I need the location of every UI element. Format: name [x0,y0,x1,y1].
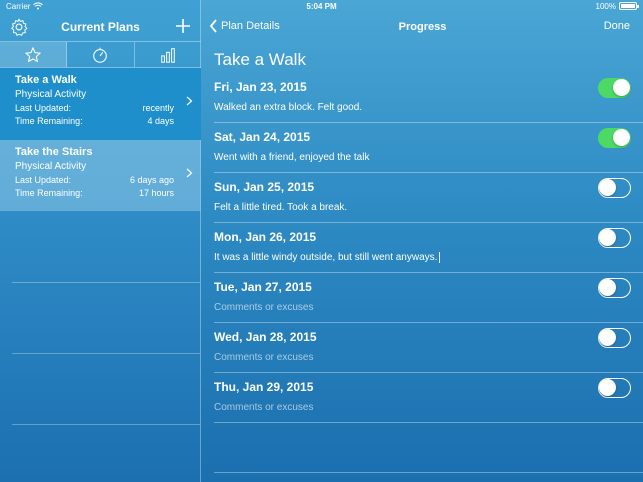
plan-category: Physical Activity [15,161,87,172]
progress-entry: Thu, Jan 29, 2015 Comments or excuses [214,372,643,422]
plan-title: Take a Walk [15,74,77,86]
progress-entry: Sat, Jan 24, 2015 Went with a friend, en… [214,122,643,172]
last-updated-value: recently [142,103,174,113]
time-remaining-label: Time Remaining: [15,116,83,126]
timer-icon [93,47,108,63]
list-divider [12,282,200,283]
toggle-knob [599,179,616,196]
row-divider [214,422,643,423]
entry-date: Wed, Jan 28, 2015 [214,330,317,344]
completion-toggle[interactable] [598,178,631,198]
sidebar-nav-bar: Current Plans [0,12,201,41]
plan-item[interactable]: Take a Walk Physical Activity Last Updat… [0,68,201,140]
toggle-knob [613,129,630,146]
time-remaining-value: 17 hours [138,188,174,198]
row-divider [214,472,643,473]
progress-entry: Sun, Jan 25, 2015 Felt a little tired. T… [214,172,643,222]
plan-filter-tabs [0,41,201,68]
sidebar-title: Current Plans [61,19,140,34]
entry-comment-placeholder[interactable]: Comments or excuses [214,402,313,413]
entry-date: Sat, Jan 24, 2015 [214,130,311,144]
completion-toggle[interactable] [598,128,631,148]
entry-comment[interactable]: Went with a friend, enjoyed the talk [214,152,369,163]
entry-date: Thu, Jan 29, 2015 [214,380,314,394]
back-button[interactable]: Plan Details [209,19,280,33]
tab-favorites[interactable] [0,42,68,67]
progress-panel: Plan Details Progress Done Take a Walk F… [202,0,643,482]
progress-entry: Fri, Jan 23, 2015 Walked an extra block.… [214,72,643,122]
progress-entry: Tue, Jan 27, 2015 Comments or excuses [214,272,643,322]
last-updated-label: Last Updated: [15,175,72,185]
plan-item[interactable]: Take the Stairs Physical Activity Last U… [0,140,201,211]
toggle-knob [599,329,616,346]
status-time: 5:04 PM [306,1,337,11]
toggle-knob [599,379,616,396]
list-divider [12,424,200,425]
entry-comment[interactable]: Walked an extra block. Felt good. [214,102,362,113]
progress-entry: Wed, Jan 28, 2015 Comments or excuses [214,322,643,372]
completion-toggle[interactable] [598,278,631,298]
entry-date: Sun, Jan 25, 2015 [214,180,315,194]
toggle-knob [599,229,616,246]
plan-title: Take the Stairs [15,146,93,158]
last-updated-label: Last Updated: [15,103,72,113]
completion-toggle[interactable] [598,328,631,348]
bar-chart-icon [161,47,175,63]
entry-comment-text: It was a little windy outside, but still… [214,252,438,264]
last-updated-value: 6 days ago [129,175,174,185]
back-label: Plan Details [221,20,280,32]
entry-comment-placeholder[interactable]: Comments or excuses [214,352,313,363]
time-remaining-value: 4 days [147,116,174,126]
tab-timer[interactable] [67,42,135,67]
battery-icon [619,2,639,10]
completion-toggle[interactable] [598,78,631,98]
list-divider [12,353,200,354]
chevron-right-icon [186,96,193,106]
time-remaining-label: Time Remaining: [15,188,83,198]
completion-toggle[interactable] [598,378,631,398]
page-title: Progress [398,20,447,33]
plan-category: Physical Activity [15,89,87,100]
done-button[interactable]: Done [604,20,630,32]
entry-comment[interactable]: Felt a little tired. Took a break. [214,202,347,213]
star-icon [25,46,41,62]
add-plan-icon[interactable] [174,17,192,35]
progress-entry: Mon, Jan 26, 2015 It was a little windy … [214,222,643,272]
gear-icon[interactable] [9,17,29,37]
toggle-knob [613,79,630,96]
completion-toggle[interactable] [598,228,631,248]
status-bar: Carrier 5:04 PM 100% [0,0,643,12]
detail-nav-bar: Plan Details Progress Done [202,12,643,41]
chevron-right-icon [186,168,193,178]
chevron-left-icon [209,19,217,33]
plans-sidebar: Current Plans Take a Walk Physical Activ… [0,0,201,482]
toggle-knob [599,279,616,296]
entry-date: Fri, Jan 23, 2015 [214,80,307,94]
plan-heading: Take a Walk [214,50,306,69]
entry-comment-placeholder[interactable]: Comments or excuses [214,302,313,313]
text-cursor [439,252,441,263]
entry-date: Mon, Jan 26, 2015 [214,230,317,244]
entry-date: Tue, Jan 27, 2015 [214,280,312,294]
entry-comment-editing[interactable]: It was a little windy outside, but still… [214,252,441,264]
tab-stats[interactable] [135,42,201,67]
